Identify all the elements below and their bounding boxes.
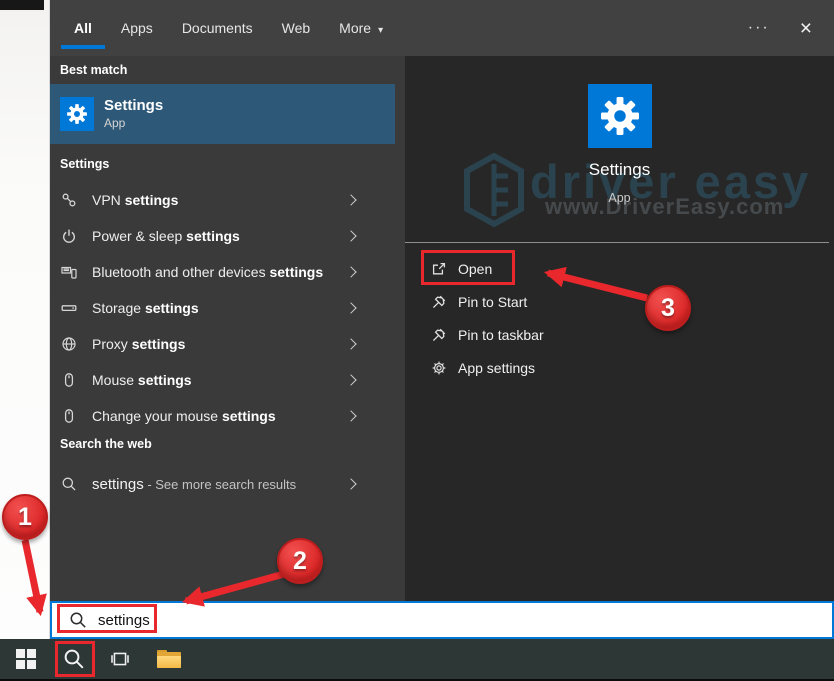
chevron-right-icon [345, 194, 357, 206]
tab-documents[interactable]: Documents [182, 20, 253, 36]
search-results-column: Best match Settings App Settings VPN set… [50, 56, 405, 601]
search-flyout-panel: All Apps Documents Web More ▾ ··· × Best … [50, 0, 834, 601]
close-icon[interactable]: × [800, 18, 812, 39]
chevron-right-icon [345, 374, 357, 386]
result-proxy-settings[interactable]: Proxy settings [50, 326, 395, 362]
annotation-box-taskbar-search [55, 641, 95, 677]
chevron-right-icon [345, 478, 357, 490]
globe-icon [60, 336, 77, 353]
vpn-icon [60, 192, 77, 209]
tab-apps-label: Apps [120, 20, 153, 36]
result-change-mouse-settings[interactable]: Change your mouse settings [50, 398, 395, 434]
tab-apps[interactable]: Apps [121, 20, 153, 36]
result-power-sleep-settings[interactable]: Power & sleep settings [50, 218, 395, 254]
result-label-bold: settings [221, 408, 276, 424]
result-label: Storage [92, 300, 145, 316]
tab-web-label: Web [281, 20, 311, 36]
chevron-right-icon [345, 410, 357, 422]
windows-start-icon [16, 649, 36, 669]
tab-web[interactable]: Web [282, 20, 311, 36]
pin-icon [430, 293, 447, 310]
chevron-down-icon: ▾ [378, 25, 384, 36]
result-label-bold: settings [269, 264, 324, 280]
screenshot-root: All Apps Documents Web More ▾ ··· × Best … [0, 0, 834, 681]
mouse-icon [60, 372, 77, 389]
result-storage-settings[interactable]: Storage settings [50, 290, 395, 326]
tab-documents-label: Documents [181, 20, 253, 36]
task-view-icon [111, 652, 129, 666]
preview-app-title: Settings [588, 160, 651, 179]
preview-app-subtitle: App [608, 191, 631, 205]
result-preview-pane: driver easy www.DriverEasy.com Settings … [405, 56, 834, 601]
action-app-settings[interactable]: App settings [405, 351, 834, 384]
action-app-settings-label: App settings [458, 359, 536, 376]
settings-section-header: Settings [60, 157, 110, 171]
result-label-bold: settings [186, 228, 240, 244]
file-explorer-icon [157, 650, 181, 668]
tab-more-label: More [339, 20, 372, 36]
step-number: 3 [661, 293, 675, 322]
result-label-bold: settings [137, 372, 192, 388]
settings-gear-icon [60, 97, 94, 131]
settings-gear-icon [587, 84, 652, 148]
tab-all[interactable]: All [61, 20, 105, 49]
chevron-right-icon [345, 302, 357, 314]
storage-icon [60, 300, 77, 317]
background-window-edge [0, 0, 44, 10]
annotation-box-open [421, 250, 515, 285]
preview-divider [405, 242, 829, 243]
step-number: 1 [18, 502, 32, 531]
result-label: Power & sleep [92, 228, 187, 244]
result-label: Bluetooth and other devices [92, 264, 270, 280]
power-icon [60, 228, 77, 245]
result-label: Change your mouse [92, 408, 222, 424]
result-label: VPN [92, 192, 125, 208]
file-explorer-button[interactable] [150, 639, 188, 679]
tab-all-label: All [74, 20, 92, 36]
annotation-step-3: 3 [645, 285, 691, 331]
result-mouse-settings[interactable]: Mouse settings [50, 362, 395, 398]
gear-outline-icon [430, 359, 447, 376]
result-web-search[interactable]: settings - See more search results [50, 466, 395, 502]
devices-icon [60, 264, 77, 281]
result-label: Proxy [92, 336, 132, 352]
tab-more[interactable]: More ▾ [339, 20, 383, 36]
best-match-header: Best match [60, 63, 128, 77]
search-filter-tabbar: All Apps Documents Web More ▾ ··· × [50, 0, 834, 56]
search-web-header: Search the web [60, 437, 152, 451]
action-pin-to-start[interactable]: Pin to Start [405, 285, 834, 318]
annotation-step-2: 2 [277, 538, 323, 584]
action-pin-to-taskbar[interactable]: Pin to taskbar [405, 318, 834, 351]
chevron-right-icon [345, 266, 357, 278]
mouse-icon [60, 408, 77, 425]
result-vpn-settings[interactable]: VPN settings [50, 182, 395, 218]
annotation-box-search-text [57, 604, 157, 633]
chevron-right-icon [345, 338, 357, 350]
search-input[interactable]: settings [50, 601, 834, 639]
web-search-suffix: - See more search results [143, 476, 297, 492]
best-match-subtitle: App [104, 115, 126, 130]
chevron-right-icon [345, 230, 357, 242]
best-match-title: Settings [104, 96, 164, 114]
result-label-bold: settings [144, 300, 199, 316]
task-view-button[interactable] [102, 639, 138, 679]
result-bluetooth-devices-settings[interactable]: Bluetooth and other devices settings [50, 254, 395, 290]
desktop-background-strip [0, 0, 50, 640]
web-search-query: settings [92, 475, 144, 493]
pin-icon [430, 326, 447, 343]
more-options-icon[interactable]: ··· [748, 19, 770, 37]
taskbar [0, 639, 834, 681]
result-label: Mouse [92, 372, 138, 388]
start-button[interactable] [8, 639, 44, 679]
action-pin-taskbar-label: Pin to taskbar [458, 326, 544, 343]
action-pin-start-label: Pin to Start [458, 293, 528, 310]
result-label-bold: settings [124, 192, 179, 208]
result-label-bold: settings [131, 336, 186, 352]
best-match-result-settings[interactable]: Settings App [50, 84, 395, 144]
annotation-step-1: 1 [2, 494, 48, 540]
step-number: 2 [293, 546, 307, 575]
search-icon [60, 476, 77, 493]
